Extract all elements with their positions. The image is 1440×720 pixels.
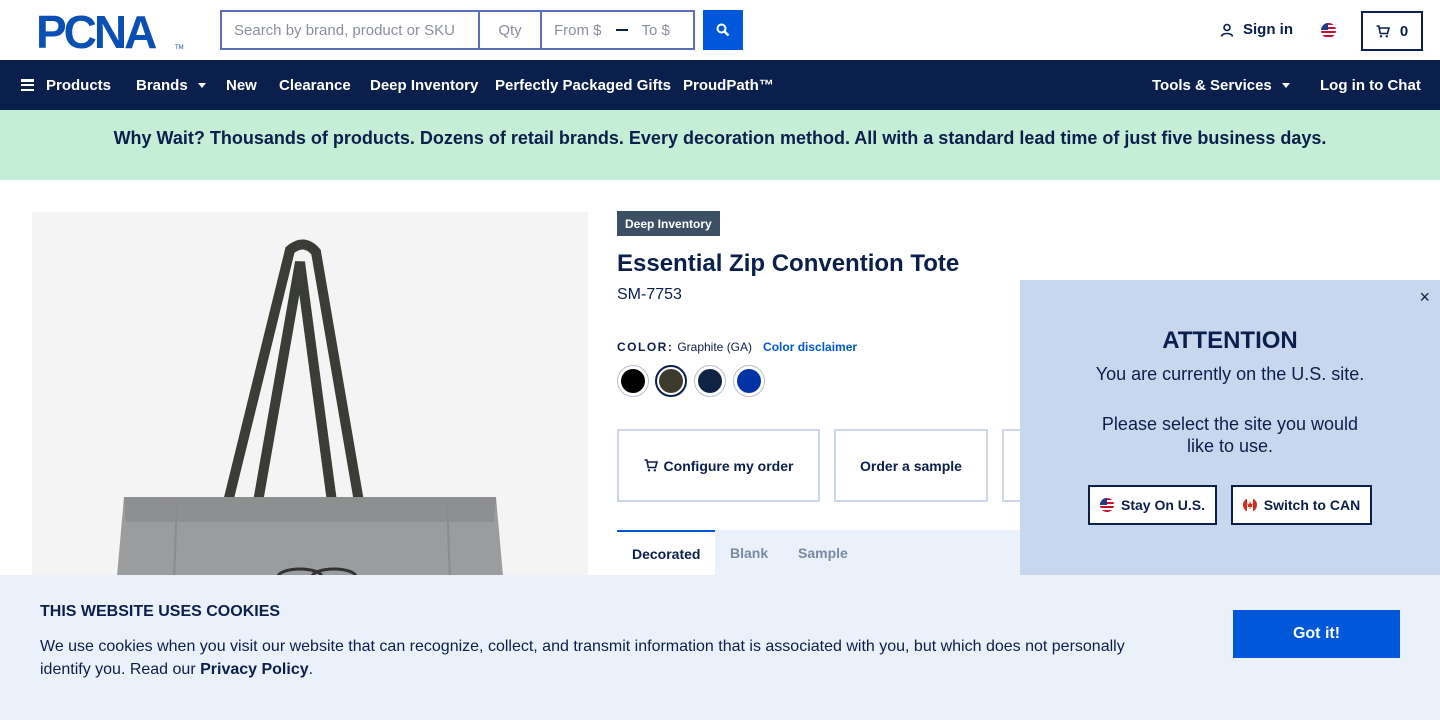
product-title: Essential Zip Convention Tote	[617, 250, 960, 277]
nav-chat-login-label: Log in to Chat	[1320, 76, 1421, 94]
nav-packaged-gifts[interactable]: Perfectly Packaged Gifts	[495, 60, 671, 110]
cookie-text: We use cookies when you visit our websit…	[40, 635, 1150, 681]
swatch-fill	[621, 369, 645, 393]
tab-decorated-label: Decorated	[632, 545, 701, 562]
top-header: PCNA TM From $ To $ Sign in	[0, 0, 1440, 60]
cart-button[interactable]: 0	[1361, 11, 1423, 51]
product-image[interactable]	[32, 212, 588, 632]
stay-us-label: Stay On U.S.	[1120, 497, 1206, 513]
color-value: Graphite (GA)	[677, 340, 753, 354]
cart-icon	[1376, 24, 1390, 37]
nav-clearance[interactable]: Clearance	[279, 60, 351, 110]
swatch-fill	[698, 369, 722, 393]
hamburger-icon	[21, 79, 34, 91]
cookie-title: THIS WEBSITE USES COOKIES	[40, 603, 281, 620]
swatch-fill	[659, 369, 683, 393]
color-label: COLOR:	[617, 340, 674, 354]
price-range-dash	[615, 29, 628, 31]
switch-can-button[interactable]: Switch to CAN	[1231, 485, 1372, 525]
search-button[interactable]	[703, 10, 743, 50]
nav-proudpath-label: ProudPath™	[683, 76, 774, 94]
price-from-placeholder[interactable]: From $	[554, 22, 602, 39]
us-flag-icon[interactable]	[1321, 23, 1336, 38]
nav-brands-label: Brands	[136, 76, 188, 94]
sign-in-link[interactable]: Sign in	[1220, 21, 1293, 38]
tab-sample-label: Sample	[798, 544, 848, 561]
tab-blank[interactable]: Blank	[730, 530, 768, 575]
nav-products[interactable]: Products	[21, 60, 111, 110]
order-sample-label: Order a sample	[860, 457, 962, 474]
us-flag-icon	[1099, 498, 1114, 512]
color-swatch[interactable]	[617, 365, 649, 397]
nav-packaged-gifts-label: Perfectly Packaged Gifts	[495, 76, 671, 94]
nav-new[interactable]: New	[226, 60, 257, 110]
configure-order-label: Configure my order	[663, 457, 794, 474]
promo-banner: Why Wait? Thousands of products. Dozens …	[0, 110, 1440, 180]
cookie-text-end: .	[308, 661, 314, 678]
color-disclaimer-link[interactable]: Color disclaimer	[763, 340, 857, 354]
popup-message-current-site: You are currently on the U.S. site.	[1095, 364, 1365, 384]
user-icon	[1220, 23, 1234, 37]
tab-sample[interactable]: Sample	[798, 530, 848, 575]
search-input[interactable]	[220, 10, 478, 50]
nav-products-label: Products	[46, 76, 112, 94]
badge-label: Deep Inventory	[625, 216, 712, 231]
chevron-down-icon	[197, 82, 206, 88]
nav-proudpath[interactable]: ProudPath™	[683, 60, 774, 110]
tote-bag-image	[32, 212, 588, 632]
color-swatch-selected[interactable]	[655, 365, 687, 397]
logo-text: PCNA	[36, 11, 156, 51]
canada-flag-icon	[1242, 498, 1257, 512]
main-nav: Products Brands New Clearance Deep Inven…	[0, 60, 1440, 110]
stay-us-button[interactable]: Stay On U.S.	[1088, 485, 1217, 525]
nav-deep-inventory[interactable]: Deep Inventory	[370, 60, 478, 110]
site-selection-popup: × ATTENTION You are currently on the U.S…	[1020, 280, 1440, 575]
nav-clearance-label: Clearance	[279, 76, 351, 94]
tab-blank-label: Blank	[730, 544, 769, 561]
tab-decorated[interactable]: Decorated	[617, 530, 716, 575]
qty-input[interactable]	[478, 10, 540, 50]
nav-brands[interactable]: Brands	[136, 60, 206, 110]
color-swatch[interactable]	[733, 365, 765, 397]
order-sample-button[interactable]: Order a sample	[834, 429, 988, 502]
cart-count: 0	[1399, 22, 1409, 40]
search-icon	[716, 23, 730, 37]
switch-can-label: Switch to CAN	[1263, 497, 1361, 513]
privacy-policy-link[interactable]: Privacy Policy	[200, 661, 309, 678]
sign-in-label: Sign in	[1243, 21, 1293, 38]
svg-text:TM: TM	[175, 45, 184, 51]
cart-icon	[644, 459, 658, 472]
configure-order-button[interactable]: Configure my order	[617, 429, 820, 502]
chevron-down-icon	[1281, 82, 1290, 88]
pcna-logo[interactable]: PCNA TM	[36, 6, 186, 58]
promo-banner-text: Why Wait? Thousands of products. Dozens …	[113, 128, 1327, 148]
color-selector-row: COLOR: Graphite (GA) Color disclaimer	[617, 340, 857, 354]
color-swatch[interactable]	[694, 365, 726, 397]
product-sku: SM-7753	[617, 286, 682, 303]
nav-deep-inventory-label: Deep Inventory	[370, 76, 479, 94]
popup-message-select-site: Please select the site you would like to…	[1101, 414, 1359, 456]
nav-new-label: New	[226, 76, 257, 94]
cookie-accept-button[interactable]: Got it!	[1233, 610, 1400, 658]
nav-tools-services-label: Tools & Services	[1152, 76, 1272, 94]
price-range[interactable]: From $ To $	[540, 10, 695, 50]
deep-inventory-badge: Deep Inventory	[617, 211, 720, 236]
nav-chat-login[interactable]: Log in to Chat	[1320, 60, 1421, 110]
swatch-fill	[737, 369, 761, 393]
popup-title: ATTENTION	[1162, 327, 1298, 354]
close-icon[interactable]: ×	[1419, 288, 1430, 306]
price-to-placeholder[interactable]: To $	[642, 22, 670, 39]
search-bar: From $ To $	[220, 10, 695, 50]
nav-tools-services[interactable]: Tools & Services	[1152, 60, 1290, 110]
cookie-banner: THIS WEBSITE USES COOKIES We use cookies…	[0, 575, 1440, 720]
